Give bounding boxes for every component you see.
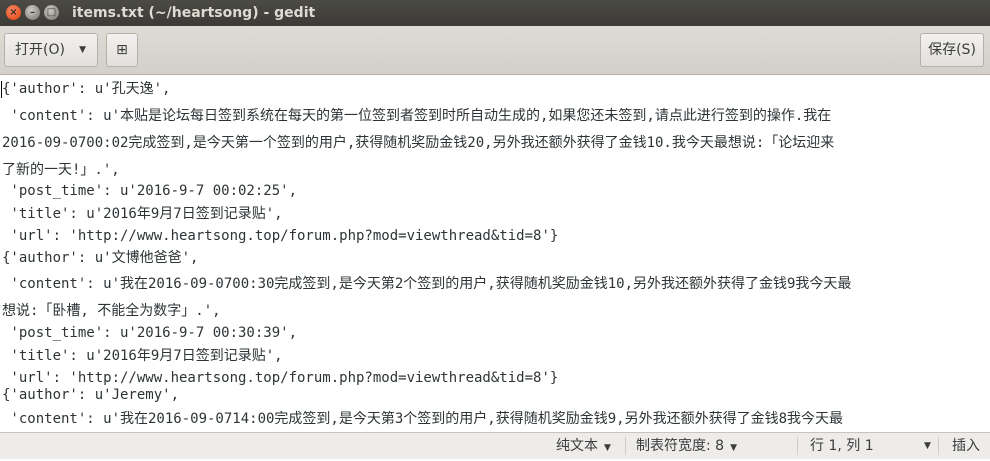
text-line: 'url': 'http://www.heartsong.top/forum.p…	[2, 228, 559, 244]
language-selector[interactable]: 纯文本 ▼	[556, 433, 611, 461]
text-line: {'author': u'文博他爸爸',	[2, 250, 199, 266]
divider	[625, 437, 626, 455]
text-cursor	[1, 81, 2, 98]
maximize-window-button[interactable]: □	[44, 5, 59, 20]
divider	[938, 437, 939, 455]
text-line: 'post_time': u'2016-9-7 00:02:25',	[2, 183, 298, 199]
text-line: 'content': u'本贴是论坛每日签到系统在每天的第一位签到者签到时所自动…	[2, 108, 832, 124]
chevron-down-icon: ▼	[924, 441, 931, 451]
chevron-down-icon: ▼	[79, 45, 86, 55]
text-line: 'post_time': u'2016-9-7 00:30:39',	[2, 325, 298, 341]
minimize-window-button[interactable]: –	[25, 5, 40, 20]
window-title: items.txt (~/heartsong) - gedit	[72, 5, 316, 21]
open-button-label: 打开(O)	[15, 42, 65, 58]
text-line: 想说:「卧槽, 不能全为数字」.',	[2, 303, 221, 319]
chevron-down-icon: ▼	[604, 443, 611, 453]
tab-width-label: 制表符宽度: 8	[636, 438, 725, 454]
text-line: {'author': u'Jeremy',	[2, 387, 180, 403]
new-tab-button[interactable]: ⊞	[106, 33, 138, 67]
insert-mode-indicator[interactable]: 插入	[952, 433, 980, 459]
save-button[interactable]: 保存(S)	[920, 33, 984, 67]
divider	[797, 437, 798, 455]
new-tab-icon: ⊞	[116, 42, 128, 58]
cursor-position-label: 行 1, 列 1	[810, 438, 874, 454]
cursor-position-selector[interactable]: 行 1, 列 1 ▼	[810, 433, 931, 459]
chevron-down-icon: ▼	[730, 443, 737, 453]
header-bar: 打开(O) ▼ ⊞ 保存(S)	[0, 26, 990, 75]
text-line: 'title': u'2016年9月7日签到记录贴',	[2, 206, 283, 222]
text-line: {'author': u'孔天逸',	[2, 81, 171, 97]
open-button[interactable]: 打开(O) ▼	[4, 33, 98, 67]
title-bar: × – □ items.txt (~/heartsong) - gedit	[0, 0, 990, 26]
close-window-button[interactable]: ×	[6, 5, 21, 20]
text-line: 'title': u'2016年9月7日签到记录贴',	[2, 348, 283, 364]
text-line: 2016-09-0700:02完成签到,是今天第一个签到的用户,获得随机奖励金钱…	[2, 135, 835, 151]
text-line: 'content': u'我在2016-09-0714:00完成签到,是今天第3…	[2, 411, 844, 427]
text-line: 'content': u'我在2016-09-0700:30完成签到,是今天第2…	[2, 276, 852, 292]
text-editor[interactable]: {'author': u'孔天逸', 'content': u'本贴是论坛每日签…	[0, 75, 990, 432]
language-label: 纯文本	[556, 438, 598, 454]
status-bar: 纯文本 ▼ 制表符宽度: 8 ▼ 行 1, 列 1 ▼ 插入	[0, 432, 990, 459]
tab-width-selector[interactable]: 制表符宽度: 8 ▼	[636, 433, 737, 461]
text-line: 了新的一天!」.',	[2, 162, 120, 178]
